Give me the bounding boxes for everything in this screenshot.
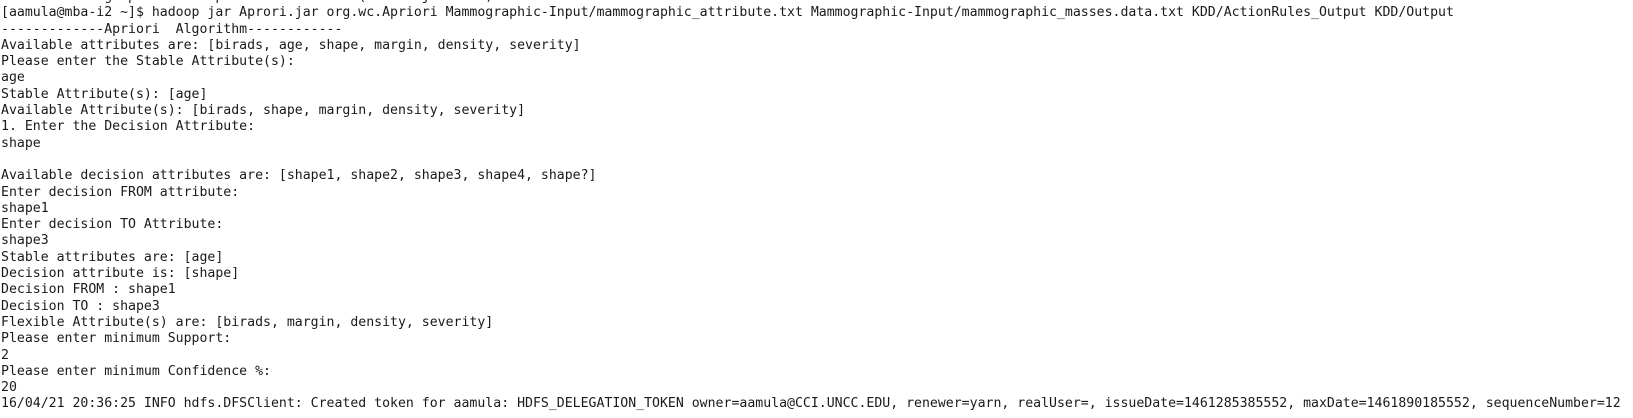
terminal-line: Available attributes are: [birads, age, …: [1, 37, 581, 53]
terminal-line: Available decision attributes are: [shap…: [1, 168, 597, 184]
terminal-line: shape3: [1, 233, 49, 249]
terminal-line: age: [1, 70, 25, 86]
terminal-line: Please enter minimum Support:: [1, 331, 232, 347]
terminal-line: shape1: [1, 200, 49, 216]
terminal-line: Available Attribute(s): [birads, shape, …: [1, 103, 526, 119]
terminal-line: Enter decision FROM attribute:: [1, 184, 240, 200]
terminal-line: Please enter the Stable Attribute(s):: [1, 54, 295, 70]
terminal-line: Flexible Attribute(s) are: [birads, marg…: [1, 314, 494, 330]
terminal-line: [aamula@mba-i2 ~]$ hadoop jar Aprori.jar…: [1, 5, 1454, 21]
terminal-line: Decision attribute is: [shape]: [1, 266, 240, 282]
terminal-line: Stable attributes are: [age]: [1, 249, 224, 265]
terminal-output: at org.apache.hadoop.util.RunJar.main(Ru…: [1, 0, 1621, 413]
terminal-line: 2: [1, 347, 9, 363]
terminal-line: Decision FROM : shape1: [1, 282, 176, 298]
terminal-line: Decision TO : shape3: [1, 298, 160, 314]
terminal-line: 1. Enter the Decision Attribute:: [1, 119, 256, 135]
terminal-line: Stable Attribute(s): [age]: [1, 86, 208, 102]
terminal-line: Enter decision TO Attribute:: [1, 217, 224, 233]
terminal-line: -------------Apriori Algorithm----------…: [1, 21, 343, 37]
terminal-window[interactable]: at org.apache.hadoop.util.RunJar.main(Ru…: [0, 0, 1633, 418]
terminal-line: shape: [1, 135, 41, 151]
terminal-line: 20: [1, 380, 17, 396]
terminal-line: Please enter minimum Confidence %:: [1, 363, 271, 379]
terminal-line: 16/04/21 20:36:25 INFO hdfs.DFSClient: C…: [1, 396, 1621, 412]
